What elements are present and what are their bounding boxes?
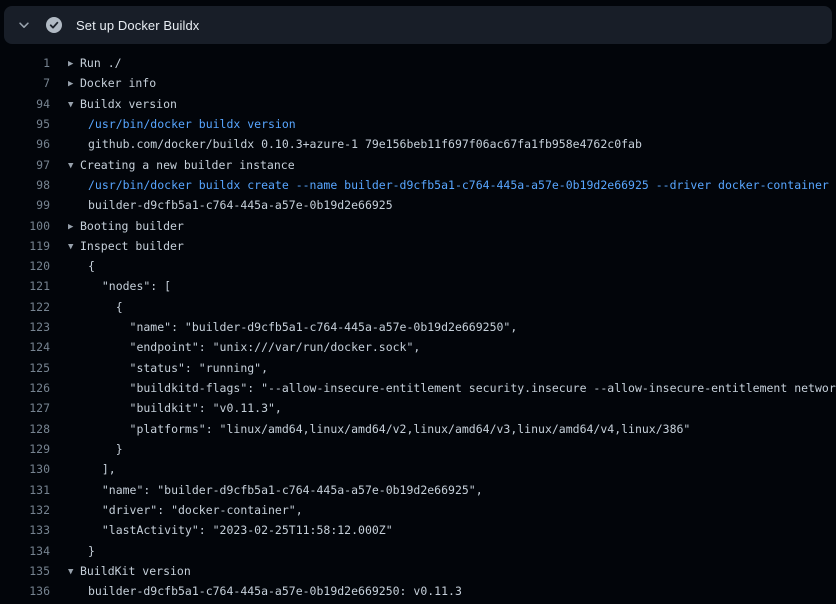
log-text: "name": "builder-d9cfb5a1-c764-445a-a57e… xyxy=(88,483,483,497)
log-line: 132 "driver": "docker-container", xyxy=(0,500,836,520)
line-number[interactable]: 7 xyxy=(0,73,50,93)
log-line: 128 "platforms": "linux/amd64,linux/amd6… xyxy=(0,419,836,439)
group-title: Inspect builder xyxy=(80,239,184,253)
line-number[interactable]: 135 xyxy=(0,561,50,581)
log-line[interactable]: 94 ▼Buildx version xyxy=(0,94,836,114)
log-text: /usr/bin/docker buildx version xyxy=(88,117,296,131)
log-line: 121 "nodes": [ xyxy=(0,276,836,296)
group-toggle-icon[interactable]: ▼ xyxy=(68,156,80,175)
line-number[interactable]: 1 xyxy=(0,53,50,73)
log-line: 126 "buildkitd-flags": "--allow-insecure… xyxy=(0,378,836,398)
log-text: { xyxy=(88,300,123,314)
log-line[interactable]: 1 ▶Run ./ xyxy=(0,53,836,73)
line-number[interactable]: 123 xyxy=(0,317,50,337)
line-number[interactable]: 130 xyxy=(0,459,50,479)
group-toggle-icon[interactable]: ▶ xyxy=(68,54,80,73)
log-text: } xyxy=(88,544,95,558)
log-text: "lastActivity": "2023-02-25T11:58:12.000… xyxy=(88,523,393,537)
line-number[interactable]: 124 xyxy=(0,337,50,357)
log-text: github.com/docker/buildx 0.10.3+azure-1 … xyxy=(88,137,642,151)
step-header[interactable]: Set up Docker Buildx xyxy=(4,6,832,44)
group-title: Run ./ xyxy=(80,56,122,70)
log-text: "buildkitd-flags": "--allow-insecure-ent… xyxy=(88,381,836,395)
check-circle-icon xyxy=(46,17,62,33)
log-text: "status": "running", xyxy=(88,361,268,375)
log-line: 127 "buildkit": "v0.11.3", xyxy=(0,398,836,418)
step-title: Set up Docker Buildx xyxy=(76,18,199,33)
log-line: 124 "endpoint": "unix:///var/run/docker.… xyxy=(0,337,836,357)
log-text: "nodes": [ xyxy=(88,279,171,293)
chevron-down-icon[interactable] xyxy=(16,17,32,33)
line-number[interactable]: 94 xyxy=(0,94,50,114)
line-number[interactable]: 127 xyxy=(0,398,50,418)
log-line: 98 /usr/bin/docker buildx create --name … xyxy=(0,175,836,195)
log-line: 125 "status": "running", xyxy=(0,358,836,378)
line-number[interactable]: 131 xyxy=(0,480,50,500)
log-text: "endpoint": "unix:///var/run/docker.sock… xyxy=(88,340,420,354)
log-line: 134 } xyxy=(0,541,836,561)
group-toggle-icon[interactable]: ▶ xyxy=(68,74,80,93)
line-number[interactable]: 121 xyxy=(0,276,50,296)
log-text: "buildkit": "v0.11.3", xyxy=(88,401,282,415)
line-number[interactable]: 136 xyxy=(0,581,50,601)
log-line: 122 { xyxy=(0,297,836,317)
log-text: "driver": "docker-container", xyxy=(88,503,303,517)
line-number[interactable]: 98 xyxy=(0,175,50,195)
line-number[interactable]: 120 xyxy=(0,256,50,276)
log-line: 96 github.com/docker/buildx 0.10.3+azure… xyxy=(0,134,836,154)
log-text: "name": "builder-d9cfb5a1-c764-445a-a57e… xyxy=(88,320,517,334)
log-text: } xyxy=(88,442,123,456)
log-line: 133 "lastActivity": "2023-02-25T11:58:12… xyxy=(0,520,836,540)
line-number[interactable]: 134 xyxy=(0,541,50,561)
line-number[interactable]: 99 xyxy=(0,195,50,215)
log-text: { xyxy=(88,259,95,273)
group-title: Creating a new builder instance xyxy=(80,158,295,172)
log-line: 120 { xyxy=(0,256,836,276)
group-title: Docker info xyxy=(80,76,156,90)
line-number[interactable]: 132 xyxy=(0,500,50,520)
group-title: Buildx version xyxy=(80,97,177,111)
log-text: /usr/bin/docker buildx create --name bui… xyxy=(88,178,829,192)
log-line: 95 /usr/bin/docker buildx version xyxy=(0,114,836,134)
log-text: "platforms": "linux/amd64,linux/amd64/v2… xyxy=(88,422,690,436)
log-line: 99 builder-d9cfb5a1-c764-445a-a57e-0b19d… xyxy=(0,195,836,215)
group-toggle-icon[interactable]: ▼ xyxy=(68,237,80,256)
log-line[interactable]: 119 ▼Inspect builder xyxy=(0,236,836,256)
log-lines: 1 ▶Run ./ 7 ▶Docker info 94 ▼Buildx vers… xyxy=(0,44,836,601)
line-number[interactable]: 133 xyxy=(0,520,50,540)
line-number[interactable]: 95 xyxy=(0,114,50,134)
group-toggle-icon[interactable]: ▼ xyxy=(68,562,80,581)
line-number[interactable]: 128 xyxy=(0,419,50,439)
log-text: builder-d9cfb5a1-c764-445a-a57e-0b19d2e6… xyxy=(88,198,393,212)
line-number[interactable]: 126 xyxy=(0,378,50,398)
line-number[interactable]: 96 xyxy=(0,134,50,154)
group-title: BuildKit version xyxy=(80,564,191,578)
log-line[interactable]: 7 ▶Docker info xyxy=(0,73,836,93)
log-line: 123 "name": "builder-d9cfb5a1-c764-445a-… xyxy=(0,317,836,337)
workflow-log-viewer: Set up Docker Buildx 1 ▶Run ./ 7 ▶Docker… xyxy=(0,0,836,604)
line-number[interactable]: 122 xyxy=(0,297,50,317)
log-line: 131 "name": "builder-d9cfb5a1-c764-445a-… xyxy=(0,480,836,500)
log-line: 129 } xyxy=(0,439,836,459)
log-text: ], xyxy=(88,462,116,476)
log-line: 130 ], xyxy=(0,459,836,479)
log-line[interactable]: 97 ▼Creating a new builder instance xyxy=(0,155,836,175)
group-toggle-icon[interactable]: ▶ xyxy=(68,217,80,236)
log-text: builder-d9cfb5a1-c764-445a-a57e-0b19d2e6… xyxy=(88,584,462,598)
line-number[interactable]: 97 xyxy=(0,155,50,175)
log-line[interactable]: 135 ▼BuildKit version xyxy=(0,561,836,581)
line-number[interactable]: 125 xyxy=(0,358,50,378)
line-number[interactable]: 100 xyxy=(0,216,50,236)
log-line[interactable]: 100 ▶Booting builder xyxy=(0,216,836,236)
group-title: Booting builder xyxy=(80,219,184,233)
line-number[interactable]: 119 xyxy=(0,236,50,256)
line-number[interactable]: 129 xyxy=(0,439,50,459)
log-line: 136 builder-d9cfb5a1-c764-445a-a57e-0b19… xyxy=(0,581,836,601)
group-toggle-icon[interactable]: ▼ xyxy=(68,95,80,114)
